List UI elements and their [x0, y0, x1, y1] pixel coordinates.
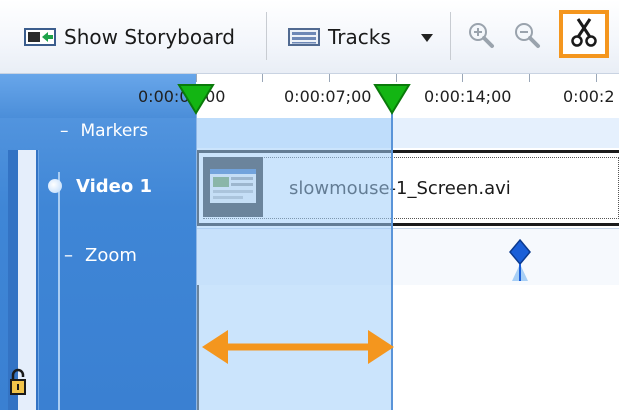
selection-start-marker[interactable]: [176, 82, 216, 120]
track-bullet-icon: [48, 179, 62, 193]
storyboard-icon: [24, 27, 56, 47]
track-tree-line: [58, 172, 60, 410]
markers-label-text: Markers: [80, 121, 149, 141]
selection-start-line: [196, 100, 197, 410]
show-storyboard-label: Show Storyboard: [64, 25, 235, 49]
zoom-track-label[interactable]: – Zoom: [64, 245, 137, 266]
ruler-tick: [462, 74, 463, 82]
tracks-dropdown-button[interactable]: [420, 17, 434, 57]
show-storyboard-button[interactable]: Show Storyboard: [24, 17, 235, 57]
markers-track-label[interactable]: – Markers: [60, 121, 148, 141]
ruler-time-2: 0:00:14;00: [424, 87, 512, 106]
ruler-tick: [396, 74, 397, 82]
zoom-out-icon: [512, 20, 542, 54]
ruler-tick: [262, 74, 263, 82]
ruler-time-3: 0:00:2: [563, 87, 615, 106]
toolbar: Show Storyboard Tracks: [0, 0, 619, 74]
chevron-down-icon: [420, 28, 434, 47]
ruler-tick: [329, 74, 330, 82]
tracks-label: Tracks: [328, 25, 391, 49]
tracks-icon: [288, 27, 320, 47]
scissors-icon: [570, 17, 598, 51]
toolbar-separator: [450, 12, 451, 60]
tree-dash: –: [64, 245, 73, 266]
video-label-text: Video 1: [76, 176, 153, 197]
ruler-tick: [529, 74, 530, 82]
cut-button[interactable]: [559, 10, 609, 58]
ruler-time-1: 0:00:07;00: [284, 87, 372, 106]
zoom-in-button[interactable]: [466, 17, 496, 57]
toolbar-separator: [266, 12, 267, 60]
selection-span-arrow-icon: [198, 322, 398, 376]
tree-dash: –: [60, 121, 69, 141]
ruler-tick: [596, 74, 597, 82]
video-track-label[interactable]: Video 1: [48, 176, 152, 197]
zoom-keyframe-icon[interactable]: [500, 234, 540, 288]
zoom-label-text: Zoom: [85, 245, 137, 266]
lock-icon[interactable]: [10, 368, 26, 400]
zoom-out-button[interactable]: [512, 17, 542, 57]
tracks-button[interactable]: Tracks: [288, 17, 391, 57]
zoom-in-icon: [466, 20, 496, 54]
selection-end-marker[interactable]: [372, 82, 412, 120]
